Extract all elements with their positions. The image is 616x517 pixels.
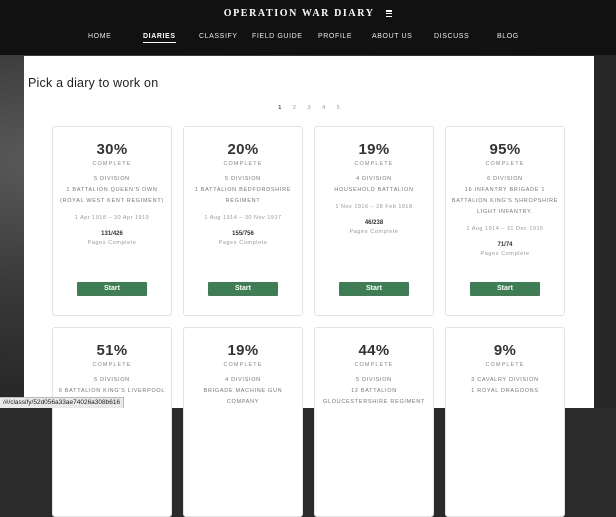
percent-complete: 19% xyxy=(227,342,259,359)
date-range: 1 Aug 1914 – 31 Dec 1915 xyxy=(466,226,544,232)
status-bar-url: /#/classify/52d056a33ae74026a308b616 xyxy=(0,397,125,408)
unit-name: BRIGADE MACHINE GUN COMPANY xyxy=(203,388,283,405)
diary-card: 51% COMPLETE 5 DIVISION 6 BATTALION KING… xyxy=(52,327,172,517)
start-button[interactable]: Start xyxy=(339,282,409,296)
brand-title[interactable]: OPERATION WAR DIARY xyxy=(224,8,374,19)
pages-complete-label: Pages Complete xyxy=(218,240,268,246)
complete-label: COMPLETE xyxy=(92,362,132,368)
complete-label: COMPLETE xyxy=(485,362,525,368)
start-button[interactable]: Start xyxy=(77,282,147,296)
page-link-4[interactable]: 4 xyxy=(322,105,325,111)
division-name: 4 DIVISION xyxy=(225,377,261,383)
nav-diaries[interactable]: DIARIES xyxy=(143,33,176,43)
page-link-2[interactable]: 2 xyxy=(293,105,296,111)
pagination: 1 2 3 4 5 xyxy=(24,105,594,111)
unit-name: 1 ROYAL DRAGOONS xyxy=(471,388,539,394)
complete-label: COMPLETE xyxy=(92,161,132,167)
page-link-3[interactable]: 3 xyxy=(307,105,310,111)
pages-count: 71/74 xyxy=(497,242,513,248)
main-nav: HOME DIARIES CLASSIFY FIELD GUIDE PROFIL… xyxy=(0,33,616,47)
complete-label: COMPLETE xyxy=(223,161,263,167)
division-name: 3 CAVALRY DIVISION xyxy=(471,377,539,383)
top-navigation-bar: OPERATION WAR DIARY HOME DIARIES CLASSIF… xyxy=(0,0,616,55)
percent-complete: 30% xyxy=(96,141,128,158)
percent-complete: 20% xyxy=(227,141,259,158)
unit-name: 1 BATTALION BEDFORDSHIRE REGIMENT xyxy=(194,187,292,204)
nav-field-guide[interactable]: FIELD GUIDE xyxy=(252,33,303,40)
start-button[interactable]: Start xyxy=(470,282,540,296)
page-link-1[interactable]: 1 xyxy=(278,105,281,111)
pages-count: 131/426 xyxy=(101,231,123,237)
percent-complete: 44% xyxy=(358,342,390,359)
date-range: 1 Apr 1918 – 30 Apr 1919 xyxy=(74,215,150,221)
hamburger-menu-icon[interactable] xyxy=(386,9,393,18)
division-name: 5 DIVISION xyxy=(356,377,392,383)
percent-complete: 19% xyxy=(358,141,390,158)
start-button[interactable]: Start xyxy=(208,282,278,296)
pages-count: 46/238 xyxy=(364,220,384,226)
diary-card: 30% COMPLETE 5 DIVISION 1 BATTALION QUEE… xyxy=(52,126,172,316)
unit-name: 6 BATTALION KING'S LIVERPOOL xyxy=(58,388,166,394)
diary-card: 9% COMPLETE 3 CAVALRY DIVISION 1 ROYAL D… xyxy=(445,327,565,517)
date-range: 1 Aug 1914 – 30 Nov 1917 xyxy=(204,215,282,221)
nav-home[interactable]: HOME xyxy=(88,33,111,40)
division-name: 5 DIVISION xyxy=(94,176,130,182)
complete-label: COMPLETE xyxy=(354,161,394,167)
pages-count: 155/756 xyxy=(232,231,254,237)
division-name: 4 DIVISION xyxy=(356,176,392,182)
nav-blog[interactable]: BLOG xyxy=(497,33,519,40)
division-name: 5 DIVISION xyxy=(94,377,130,383)
complete-label: COMPLETE xyxy=(354,362,394,368)
division-name: 6 DIVISION xyxy=(487,176,523,182)
nav-classify[interactable]: CLASSIFY xyxy=(199,33,238,40)
percent-complete: 51% xyxy=(96,342,128,359)
unit-name: 1 BATTALION QUEEN'S OWN (ROYAL WEST KENT… xyxy=(60,187,164,204)
pages-complete-label: Pages Complete xyxy=(349,229,399,235)
complete-label: COMPLETE xyxy=(485,161,525,167)
diary-card: 20% COMPLETE 5 DIVISION 1 BATTALION BEDF… xyxy=(183,126,303,316)
pages-complete-label: Pages Complete xyxy=(87,240,137,246)
pages-complete-label: Pages Complete xyxy=(480,251,530,257)
percent-complete: 95% xyxy=(489,141,521,158)
unit-name: HOUSEHOLD BATTALION xyxy=(334,187,414,193)
nav-discuss[interactable]: DISCUSS xyxy=(434,33,469,40)
site-brand[interactable]: OPERATION WAR DIARY xyxy=(0,8,616,19)
percent-complete: 9% xyxy=(493,342,517,359)
date-range: 1 Nov 1916 – 28 Feb 1918 xyxy=(335,204,413,210)
nav-about-us[interactable]: ABOUT US xyxy=(372,33,412,40)
division-name: 5 DIVISION xyxy=(225,176,261,182)
diary-card: 44% COMPLETE 5 DIVISION 12 BATTALION GLO… xyxy=(314,327,434,517)
diary-card: 95% COMPLETE 6 DIVISION 16 INFANTRY BRIG… xyxy=(445,126,565,316)
diary-card: 19% COMPLETE 4 DIVISION HOUSEHOLD BATTAL… xyxy=(314,126,434,316)
unit-name: 12 BATTALION GLOUCESTERSHIRE REGIMENT xyxy=(322,388,426,405)
page-link-5[interactable]: 5 xyxy=(337,105,340,111)
diary-card: 19% COMPLETE 4 DIVISION BRIGADE MACHINE … xyxy=(183,327,303,517)
unit-name: 16 INFANTRY BRIGADE 1 BATTALION KING'S S… xyxy=(451,187,559,215)
page-title: Pick a diary to work on xyxy=(28,76,159,90)
nav-profile[interactable]: PROFILE xyxy=(318,33,352,40)
complete-label: COMPLETE xyxy=(223,362,263,368)
diaries-panel: Pick a diary to work on 1 2 3 4 5 30% CO… xyxy=(24,56,594,517)
